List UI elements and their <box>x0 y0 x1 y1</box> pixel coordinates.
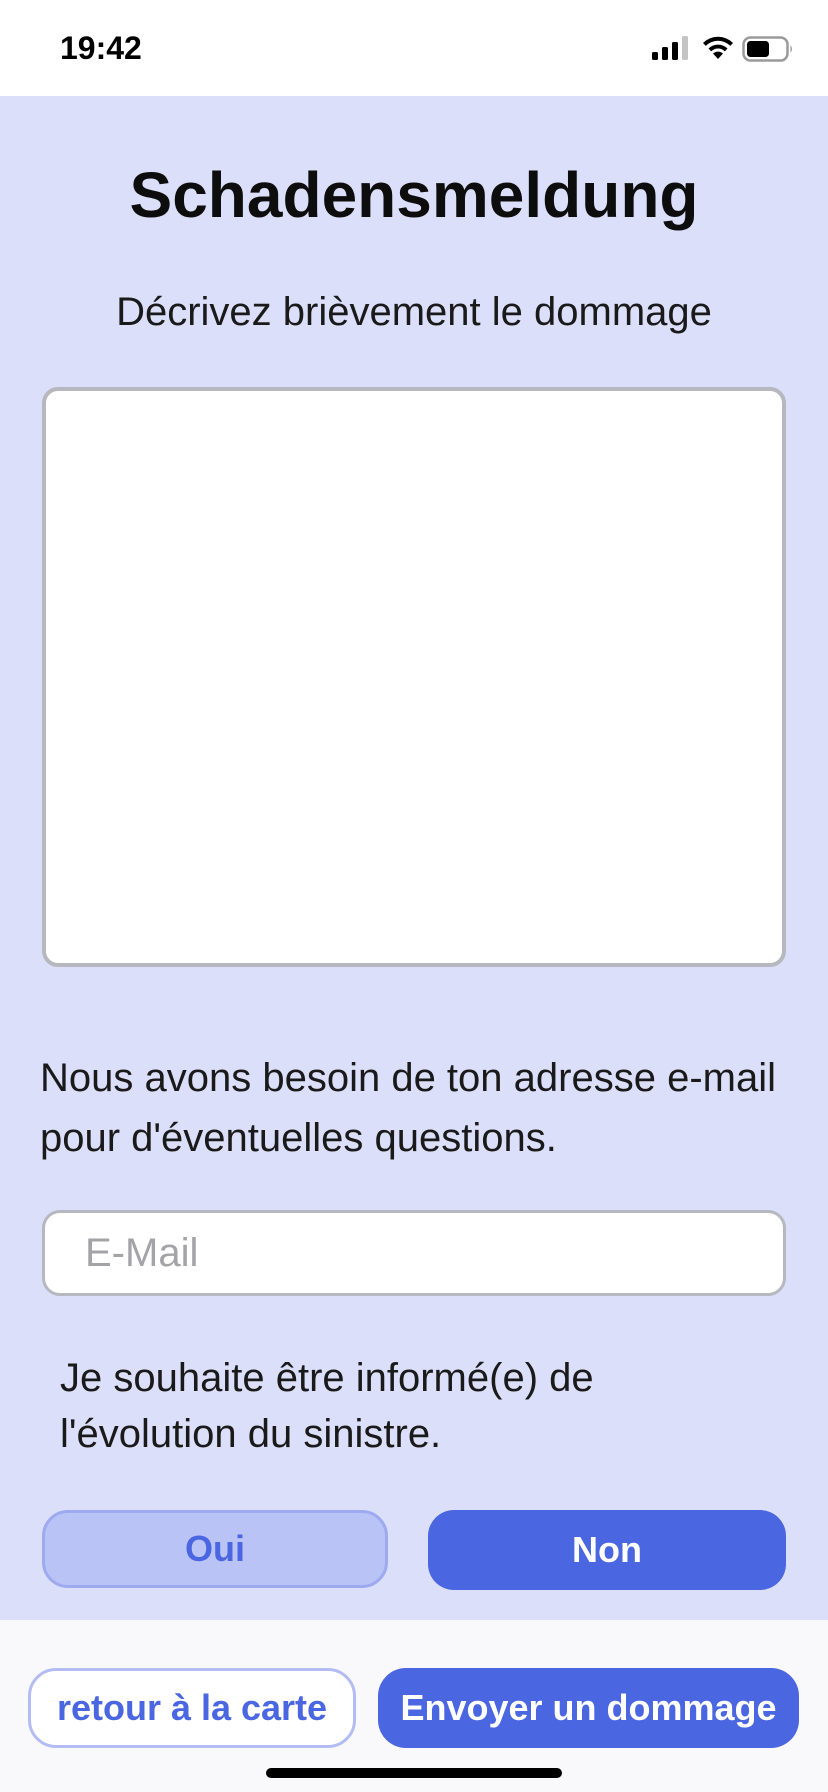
email-info-text: Nous avons besoin de ton adresse e-mail … <box>40 1056 776 1160</box>
bottom-action-bar: retour à la carte Envoyer un dommage <box>0 1620 828 1792</box>
signal-icon <box>652 36 688 60</box>
wifi-icon <box>703 36 733 59</box>
description-textarea[interactable] <box>42 387 786 967</box>
screen: 19:42 Schadensmeldung Décrivez brièvemen… <box>0 0 828 1792</box>
email-input[interactable] <box>42 1210 786 1296</box>
battery-icon <box>742 36 792 62</box>
notify-question-text: Je souhaite être informé(e) de l'évoluti… <box>60 1356 594 1456</box>
page-title: Schadensmeldung <box>129 159 699 231</box>
status-time: 19:42 <box>60 30 142 66</box>
back-to-map-button[interactable]: retour à la carte <box>28 1668 356 1748</box>
status-bar: 19:42 <box>0 0 828 96</box>
send-damage-button[interactable]: Envoyer un dommage <box>378 1668 799 1748</box>
description-label: Décrivez brièvement le dommage <box>116 290 712 334</box>
no-button[interactable]: Non <box>428 1510 786 1590</box>
home-indicator <box>266 1768 562 1778</box>
yes-button[interactable]: Oui <box>42 1510 388 1588</box>
damage-report-form: Schadensmeldung Décrivez brièvement le d… <box>0 96 828 1620</box>
